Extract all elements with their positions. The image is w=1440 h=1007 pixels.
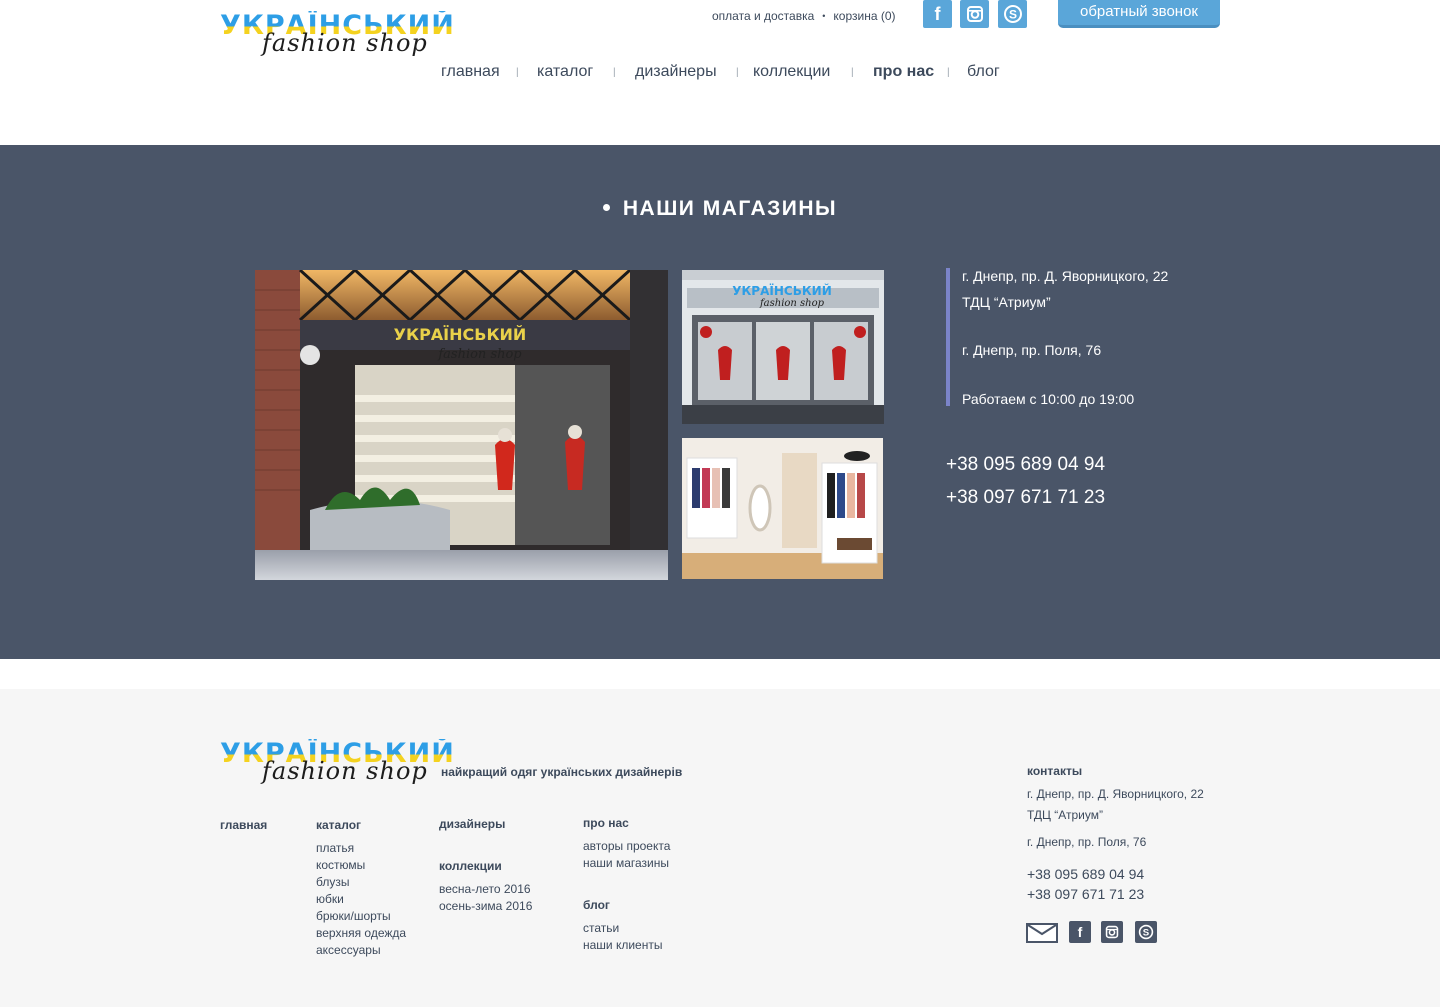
footer-collections-item[interactable]: весна-лето 2016: [439, 882, 531, 896]
footer-catalog-item[interactable]: аксессуары: [316, 943, 381, 957]
footer-about-item[interactable]: наши магазины: [583, 856, 669, 870]
footer-link-home[interactable]: главная: [220, 818, 267, 832]
facebook-icon: f: [934, 3, 941, 24]
footer-tagline: найкращий одяг українських дизайнерів: [441, 765, 683, 779]
footer-facebook-button[interactable]: f: [1069, 921, 1091, 943]
skype-icon: S: [998, 0, 1027, 28]
footer-catalog-item[interactable]: верхняя одежда: [316, 926, 406, 940]
footer-catalog-item[interactable]: костюмы: [316, 858, 365, 872]
nav-item-catalog[interactable]: каталог: [537, 63, 593, 81]
store-photo-street-illustration: УКРАЇНСЬКИЙ fashion shop: [682, 270, 884, 424]
nav-separator: |: [613, 67, 616, 78]
skype-icon: S: [1135, 921, 1157, 943]
svg-text:S: S: [1143, 928, 1150, 939]
footer-address-1: г. Днепр, пр. Д. Яворницкого, 22: [1027, 787, 1204, 801]
svg-text:S: S: [1008, 8, 1016, 22]
footer-instagram-button[interactable]: [1101, 921, 1123, 943]
footer-about-title[interactable]: про нас: [583, 816, 629, 830]
store-address-1: г. Днепр, пр. Д. Яворницкого, 22: [962, 268, 1169, 284]
mail-icon[interactable]: [1026, 923, 1058, 943]
logo-wordmark-bottom: fashion shop: [262, 757, 428, 785]
top-utility-links: оплата и доставка • корзина (0): [712, 9, 896, 23]
store-photo-interior-illustration: [682, 438, 883, 579]
footer-catalog-item[interactable]: юбки: [316, 892, 344, 906]
store-photo-mall[interactable]: УКРАЇНСЬКИЙ fashion shop: [255, 270, 668, 580]
store-photo-mall-illustration: УКРАЇНСЬКИЙ fashion shop: [255, 270, 668, 580]
footer-phone-1[interactable]: +38 095 689 04 94: [1027, 866, 1144, 882]
store-photo-interior[interactable]: [682, 438, 883, 579]
footer-contacts-title: контакты: [1027, 764, 1083, 778]
site-logo[interactable]: УКРАЇНСЬКИЙ fashion shop: [220, 11, 454, 61]
facebook-icon: f: [1077, 924, 1083, 940]
footer-blog-item[interactable]: наши клиенты: [583, 938, 662, 952]
site-footer: УКРАЇНСЬКИЙ fashion shop найкращий одяг …: [0, 689, 1440, 1007]
footer-blog-title[interactable]: блог: [583, 898, 610, 912]
site-header: УКРАЇНСЬКИЙ fashion shop оплата и достав…: [0, 0, 1440, 145]
instagram-button[interactable]: [960, 0, 989, 28]
nav-separator: |: [516, 67, 519, 78]
store-photo-street[interactable]: УКРАЇНСЬКИЙ fashion shop: [682, 270, 884, 424]
nav-item-about[interactable]: про нас: [873, 63, 934, 81]
footer-designers-title[interactable]: дизайнеры: [439, 817, 505, 831]
svg-text:fashion shop: fashion shop: [759, 298, 825, 309]
footer-address-1-mall: ТДЦ “Атриум”: [1027, 808, 1103, 822]
footer-blog-item[interactable]: статьи: [583, 921, 619, 935]
store-address-1-mall: ТДЦ “Атриум”: [962, 294, 1051, 310]
instagram-icon: [960, 0, 989, 28]
delivery-link[interactable]: оплата и доставка: [712, 9, 814, 23]
footer-address-2: г. Днепр, пр. Поля, 76: [1027, 835, 1147, 849]
nav-separator: |: [851, 67, 854, 78]
store-address-2: г. Днепр, пр. Поля, 76: [962, 342, 1102, 358]
nav-separator: |: [736, 67, 739, 78]
nav-item-designers[interactable]: дизайнеры: [635, 63, 717, 81]
footer-collections-title[interactable]: коллекции: [439, 859, 502, 873]
nav-item-blog[interactable]: блог: [967, 63, 1000, 81]
footer-phone-2[interactable]: +38 097 671 71 23: [1027, 886, 1144, 902]
logo-wordmark-bottom: fashion shop: [262, 29, 428, 57]
footer-catalog-title[interactable]: каталог: [316, 818, 361, 832]
svg-text:fashion shop: fashion shop: [437, 347, 522, 362]
stores-heading: НАШИ МАГАЗИНЫ: [0, 197, 1440, 221]
facebook-button[interactable]: f: [923, 0, 952, 28]
stores-heading-text: НАШИ МАГАЗИНЫ: [622, 197, 838, 220]
store-phone-2[interactable]: +38 097 671 71 23: [946, 487, 1105, 509]
store-hours: Работаем с 10:00 до 19:00: [962, 391, 1135, 407]
store-address-block: г. Днепр, пр. Д. Яворницкого, 22 ТДЦ “Ат…: [946, 268, 1226, 407]
footer-logo[interactable]: УКРАЇНСЬКИЙ fashion shop: [220, 739, 454, 789]
svg-text:УКРАЇНСЬКИЙ: УКРАЇНСЬКИЙ: [394, 325, 527, 344]
footer-about-item[interactable]: авторы проекта: [583, 839, 670, 853]
footer-catalog-item[interactable]: блузы: [316, 875, 349, 889]
instagram-icon: [1101, 921, 1123, 943]
top-links-separator: •: [822, 11, 826, 21]
store-phone-1[interactable]: +38 095 689 04 94: [946, 454, 1105, 476]
heading-bullet: [602, 204, 610, 211]
main-navigation: главная | каталог | дизайнеры | коллекци…: [0, 63, 1440, 85]
nav-separator: |: [947, 67, 950, 78]
footer-catalog-item[interactable]: платья: [316, 841, 354, 855]
svg-text:УКРАЇНСЬКИЙ: УКРАЇНСЬКИЙ: [732, 283, 832, 298]
stores-section: НАШИ МАГАЗИНЫ УКРАЇНСЬКИЙ fashion shop У…: [0, 145, 1440, 659]
footer-skype-button[interactable]: S: [1135, 921, 1157, 943]
callback-button[interactable]: обратный звонок: [1058, 0, 1220, 28]
cart-link[interactable]: корзина (0): [833, 9, 895, 23]
skype-button[interactable]: S: [998, 0, 1027, 28]
footer-collections-item[interactable]: осень-зима 2016: [439, 899, 532, 913]
footer-catalog-item[interactable]: брюки/шорты: [316, 909, 391, 923]
nav-item-home[interactable]: главная: [441, 63, 500, 81]
nav-item-collections[interactable]: коллекции: [753, 63, 830, 81]
